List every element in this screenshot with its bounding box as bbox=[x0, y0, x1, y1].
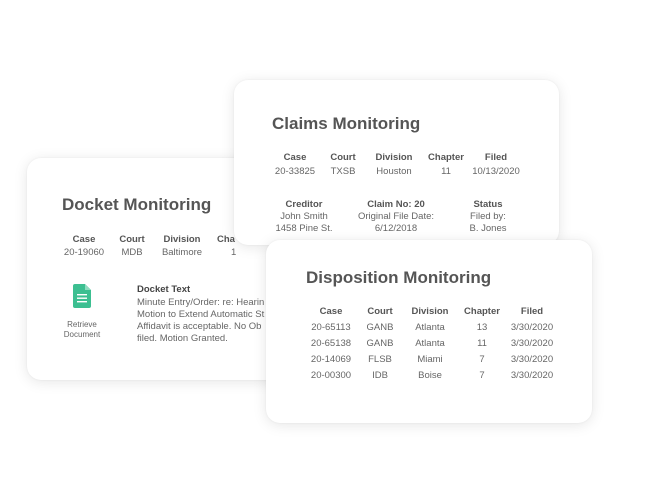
claims-header-division: Division bbox=[375, 152, 413, 163]
claims-cell-court: TXSB bbox=[330, 166, 356, 177]
claims-header-chapter: Chapter bbox=[428, 152, 464, 163]
docket-cell-case: 20-19060 bbox=[63, 247, 105, 258]
disposition-cell-case: 20-65138 bbox=[310, 338, 352, 349]
docket-text-line: filed. Motion Granted. bbox=[137, 333, 228, 344]
disposition-cell-court: FLSB bbox=[368, 354, 392, 365]
docket-cell-court: MDB bbox=[121, 247, 143, 258]
disposition-cell-filed: 3/30/2020 bbox=[510, 354, 554, 365]
docket-cell-division: Baltimore bbox=[161, 247, 203, 258]
docket-card-title: Docket Monitoring bbox=[62, 195, 212, 214]
disposition-header-division: Division bbox=[411, 306, 449, 317]
disposition-header-filed: Filed bbox=[520, 306, 544, 317]
disposition-cell-chapter: 13 bbox=[476, 322, 488, 333]
claims-status-header: Status bbox=[473, 199, 503, 210]
retrieve-document-label-line2[interactable]: Document bbox=[52, 330, 112, 339]
docket-header-case: Case bbox=[72, 234, 96, 245]
docket-text-line: Affidavit is acceptable. No Ob bbox=[137, 321, 262, 332]
disposition-cell-court: GANB bbox=[366, 338, 394, 349]
disposition-cell-court: GANB bbox=[366, 322, 394, 333]
disposition-cell-chapter: 7 bbox=[479, 354, 485, 365]
disposition-cell-filed: 3/30/2020 bbox=[510, 322, 554, 333]
claims-header-court: Court bbox=[330, 152, 356, 163]
claims-cell-chapter: 11 bbox=[441, 166, 451, 177]
disposition-cell-division: Atlanta bbox=[415, 338, 445, 349]
docket-header-division: Division bbox=[163, 234, 201, 245]
disposition-card-title: Disposition Monitoring bbox=[306, 268, 492, 287]
docket-cell-chapter: 1 bbox=[231, 247, 237, 258]
claims-cell-filed: 10/13/2020 bbox=[472, 166, 520, 177]
disposition-cell-chapter: 11 bbox=[477, 338, 487, 349]
disposition-monitoring-card: Disposition Monitoring Case Court Divisi… bbox=[266, 240, 592, 423]
claims-claim-line: 6/12/2018 bbox=[374, 223, 418, 234]
disposition-header-chapter: Chapter bbox=[464, 306, 500, 317]
disposition-cell-division: Atlanta bbox=[415, 322, 445, 333]
document-icon[interactable] bbox=[73, 284, 91, 308]
claims-cell-division: Houston bbox=[376, 166, 412, 177]
disposition-cell-chapter: 7 bbox=[479, 370, 485, 381]
claims-claim-line: Original File Date: bbox=[357, 211, 435, 222]
disposition-cell-court: IDB bbox=[372, 370, 388, 381]
disposition-cell-case: 20-14069 bbox=[310, 354, 352, 365]
claims-header-filed: Filed bbox=[484, 152, 508, 163]
disposition-cell-division: Boise bbox=[418, 370, 442, 381]
claims-claim-number-header: Claim No: 20 bbox=[367, 199, 425, 210]
docket-text-line: Minute Entry/Order: re: Hearin bbox=[137, 297, 265, 308]
disposition-cell-filed: 3/30/2020 bbox=[510, 338, 554, 349]
disposition-cell-case: 20-65113 bbox=[311, 322, 351, 333]
disposition-header-case: Case bbox=[319, 306, 343, 317]
disposition-cell-division: Miami bbox=[417, 354, 443, 365]
disposition-cell-case: 20-00300 bbox=[310, 370, 352, 381]
disposition-cell-filed: 3/30/2020 bbox=[510, 370, 554, 381]
docket-text-heading: Docket Text bbox=[137, 284, 191, 295]
disposition-header-court: Court bbox=[367, 306, 393, 317]
docket-text-line: Motion to Extend Automatic St bbox=[137, 309, 265, 320]
claims-status-line: Filed by: bbox=[470, 211, 506, 222]
docket-header-chapter: Cha bbox=[217, 234, 235, 245]
claims-card-title: Claims Monitoring bbox=[272, 114, 421, 133]
claims-creditor-line: 1458 Pine St. bbox=[275, 223, 333, 234]
retrieve-document-label-line1[interactable]: Retrieve bbox=[52, 320, 112, 329]
claims-creditor-header: Creditor bbox=[285, 199, 323, 210]
monitoring-showcase: Docket Monitoring Case Court Division Ch… bbox=[0, 0, 666, 489]
claims-status-line: B. Jones bbox=[469, 223, 507, 234]
claims-header-case: Case bbox=[283, 152, 307, 163]
claims-creditor-line: John Smith bbox=[280, 211, 328, 222]
claims-monitoring-card: Claims Monitoring Case Court Division Ch… bbox=[234, 80, 559, 245]
claims-cell-case: 20-33825 bbox=[274, 166, 316, 177]
docket-header-court: Court bbox=[119, 234, 145, 245]
